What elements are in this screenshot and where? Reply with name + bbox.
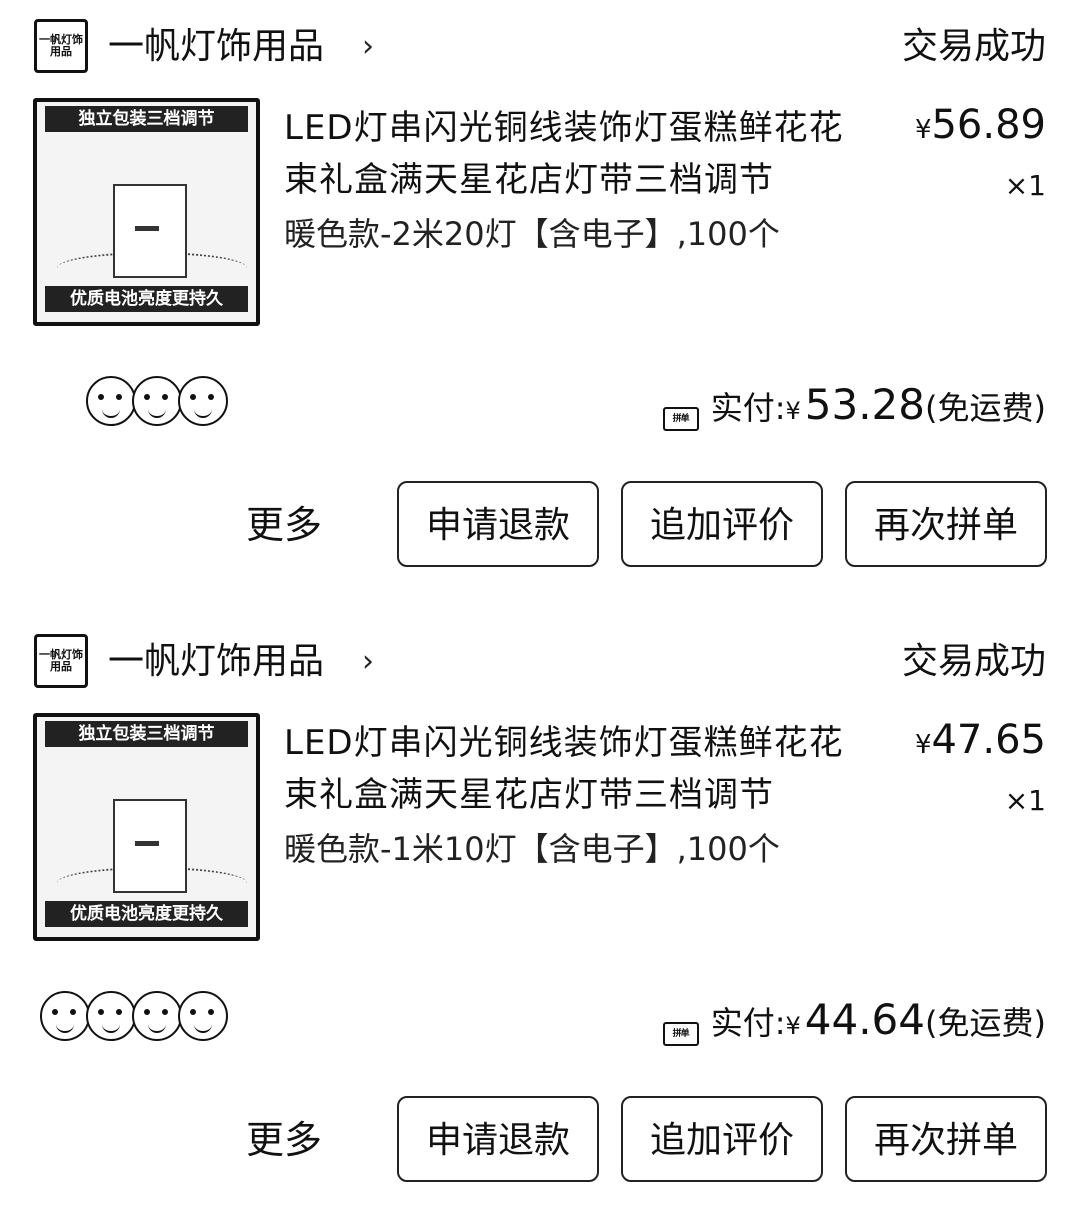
currency-symbol: ¥ xyxy=(785,397,801,425)
product-quantity: ×1 xyxy=(1004,784,1046,817)
request-refund-button[interactable]: 申请退款 xyxy=(397,1096,599,1182)
currency-symbol: ¥ xyxy=(914,115,932,145)
price-value: 56.89 xyxy=(931,102,1046,148)
payment-summary: 拼单 实付: ¥ 44.64 (免运费) xyxy=(662,993,1046,1053)
thumb-battery-box-graphic xyxy=(113,184,187,278)
more-button[interactable]: 更多 xyxy=(246,1111,322,1169)
shop-logo-icon[interactable]: 一帆灯饰用品 xyxy=(34,634,88,688)
avatar xyxy=(86,376,136,426)
reorder-button[interactable]: 再次拼单 xyxy=(845,1096,1047,1182)
paid-amount: 44.64 xyxy=(804,995,926,1044)
price-value: 47.65 xyxy=(931,717,1046,763)
shop-logo-text: 一帆灯饰用品 xyxy=(39,33,83,58)
avatar xyxy=(178,991,228,1041)
product-spec: 暖色款-2米20灯【含电子】,100个 xyxy=(284,215,780,253)
group-buy-badge-icon: 拼单 xyxy=(662,407,699,431)
shop-logo-icon[interactable]: 一帆灯饰用品 xyxy=(34,19,88,73)
shipping-note: (免运费) xyxy=(925,1004,1046,1042)
add-review-button[interactable]: 追加评价 xyxy=(621,1096,823,1182)
product-title[interactable]: LED灯串闪光铜线装饰灯蛋糕鲜花花束礼盒满天星花店灯带三档调节 xyxy=(284,102,876,206)
product-quantity: ×1 xyxy=(1004,169,1046,202)
paid-amount: 53.28 xyxy=(804,380,926,429)
order-card: 一帆灯饰用品 一帆灯饰用品 › 交易成功 独立包装三档调节 优质电池亮度更持久 … xyxy=(0,0,1080,600)
reorder-button[interactable]: 再次拼单 xyxy=(845,481,1047,567)
avatar xyxy=(40,991,90,1041)
currency-symbol: ¥ xyxy=(914,730,932,760)
thumb-caption-top: 独立包装三档调节 xyxy=(45,106,248,132)
shop-name-link[interactable]: 一帆灯饰用品 xyxy=(108,637,324,687)
avatar xyxy=(132,991,182,1041)
order-card: 一帆灯饰用品 一帆灯饰用品 › 交易成功 独立包装三档调节 优质电池亮度更持久 … xyxy=(0,615,1080,1215)
paid-label: 实付: xyxy=(710,1004,786,1042)
product-thumbnail[interactable]: 独立包装三档调节 优质电池亮度更持久 xyxy=(33,713,260,941)
currency-symbol: ¥ xyxy=(785,1012,801,1040)
thumb-caption-top: 独立包装三档调节 xyxy=(45,721,248,747)
chevron-right-icon[interactable]: › xyxy=(362,637,374,687)
chevron-right-icon[interactable]: › xyxy=(362,22,374,72)
more-button[interactable]: 更多 xyxy=(246,496,322,554)
product-thumbnail[interactable]: 独立包装三档调节 优质电池亮度更持久 xyxy=(33,98,260,326)
group-buy-avatars[interactable] xyxy=(86,376,228,432)
thumb-caption-bottom: 优质电池亮度更持久 xyxy=(45,286,248,312)
group-buy-badge-icon: 拼单 xyxy=(662,1022,699,1046)
thumb-caption-bottom: 优质电池亮度更持久 xyxy=(45,901,248,927)
shop-name-link[interactable]: 一帆灯饰用品 xyxy=(108,22,324,72)
thumb-battery-box-graphic xyxy=(113,799,187,893)
avatar xyxy=(86,991,136,1041)
product-title[interactable]: LED灯串闪光铜线装饰灯蛋糕鲜花花束礼盒满天星花店灯带三档调节 xyxy=(284,717,876,821)
order-status: 交易成功 xyxy=(901,641,1046,682)
payment-summary: 拼单 实付: ¥ 53.28 (免运费) xyxy=(662,378,1046,438)
add-review-button[interactable]: 追加评价 xyxy=(621,481,823,567)
paid-label: 实付: xyxy=(710,389,786,427)
avatar xyxy=(132,376,182,426)
avatar xyxy=(178,376,228,426)
product-price: ¥56.89 xyxy=(915,100,1046,155)
shipping-note: (免运费) xyxy=(925,389,1046,427)
order-status: 交易成功 xyxy=(901,26,1046,67)
group-buy-avatars[interactable] xyxy=(40,991,228,1047)
shop-logo-text: 一帆灯饰用品 xyxy=(39,648,83,673)
product-price: ¥47.65 xyxy=(915,715,1046,770)
request-refund-button[interactable]: 申请退款 xyxy=(397,481,599,567)
product-spec: 暖色款-1米10灯【含电子】,100个 xyxy=(284,830,780,868)
